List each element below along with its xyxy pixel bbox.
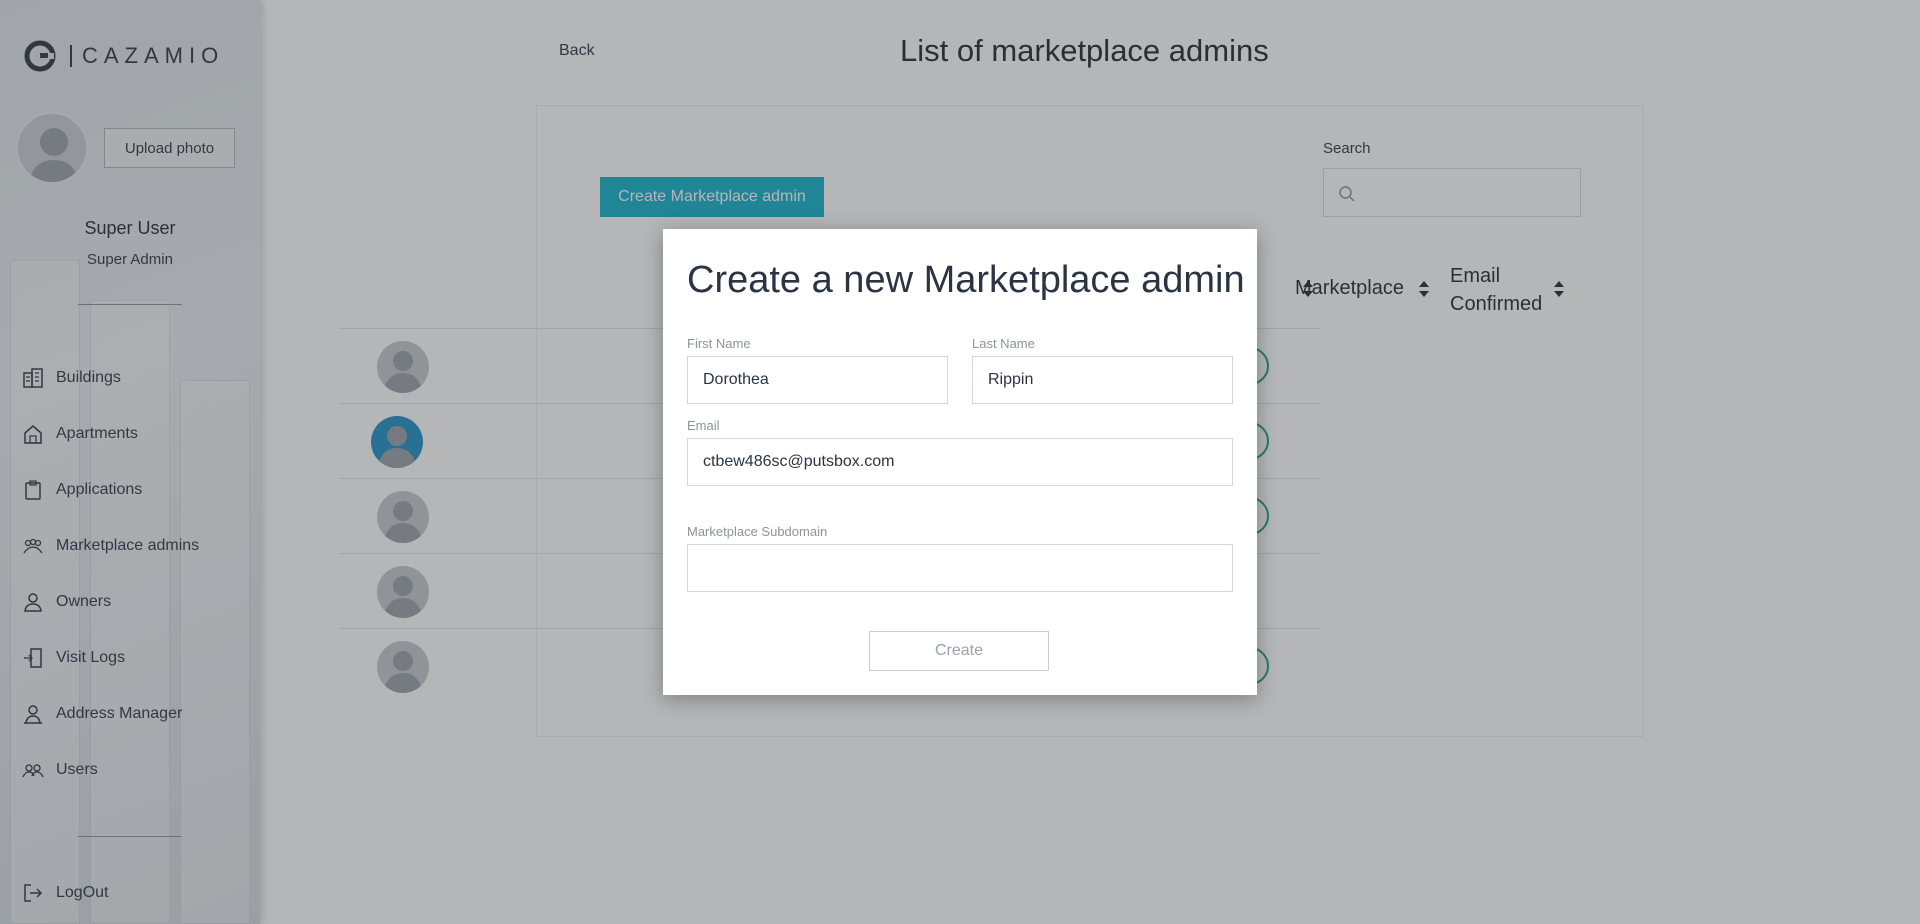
first-name-input[interactable] [688, 357, 947, 403]
email-label: Email [687, 418, 720, 433]
modal-title: Create a new Marketplace admin [687, 259, 1245, 301]
last-name-field[interactable] [972, 356, 1233, 404]
first-name-label: First Name [687, 336, 751, 351]
create-button[interactable]: Create [869, 631, 1049, 671]
subdomain-input[interactable] [688, 545, 1232, 591]
subdomain-label: Marketplace Subdomain [687, 524, 828, 539]
email-field[interactable] [687, 438, 1233, 486]
subdomain-field[interactable] [687, 544, 1233, 592]
last-name-input[interactable] [973, 357, 1232, 403]
create-admin-modal: Create a new Marketplace admin First Nam… [663, 229, 1257, 695]
email-input[interactable] [688, 439, 1232, 485]
first-name-field[interactable] [687, 356, 948, 404]
last-name-label: Last Name [972, 336, 1035, 351]
